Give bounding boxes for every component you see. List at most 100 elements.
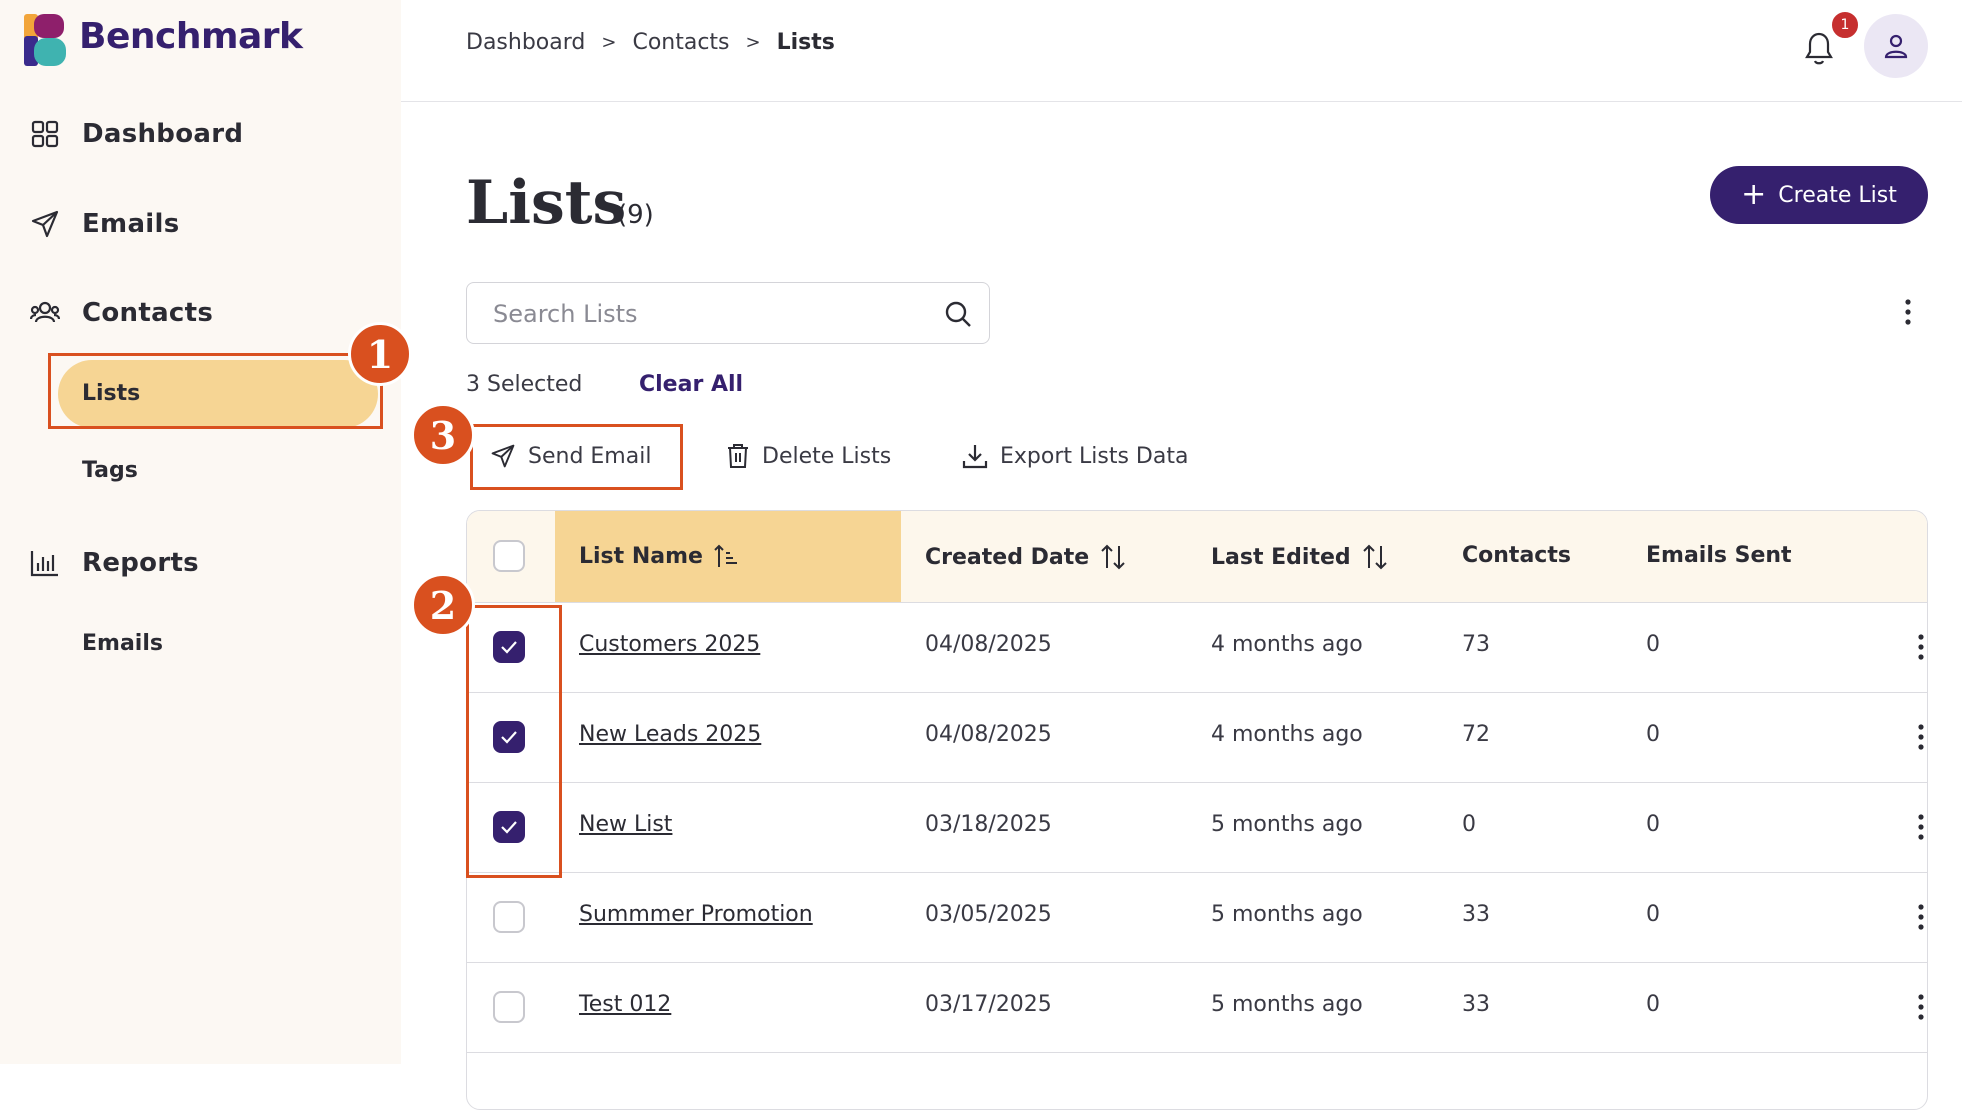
row-actions-button[interactable] — [1911, 630, 1927, 664]
sidebar-item-label: Contacts — [82, 298, 214, 328]
sidebar-item-contacts[interactable]: Contacts — [28, 293, 213, 333]
chevron-right-icon: > — [745, 32, 761, 53]
column-header-created-date[interactable]: Created Date — [925, 543, 1127, 571]
kebab-menu-icon — [1905, 299, 1911, 325]
grid-icon — [28, 117, 62, 151]
clear-all-link[interactable]: Clear All — [639, 372, 743, 397]
kebab-menu-icon — [1918, 634, 1924, 660]
annotation-box-3 — [470, 424, 683, 490]
sort-icon — [1362, 544, 1387, 570]
table-header: List Name Created Date Last Edited Conta… — [467, 511, 1927, 603]
trash-icon — [728, 444, 748, 468]
kebab-menu-icon — [1918, 904, 1924, 930]
last-edited: 4 months ago — [1211, 632, 1363, 657]
last-edited: 5 months ago — [1211, 812, 1363, 837]
list-name-link[interactable]: Customers 2025 — [579, 632, 760, 657]
row-actions-button[interactable] — [1911, 810, 1927, 844]
contacts-count: 73 — [1462, 632, 1490, 657]
delete-lists-button[interactable]: Delete Lists — [726, 440, 891, 472]
created-date: 03/17/2025 — [925, 992, 1052, 1017]
emails-sent-count: 0 — [1646, 992, 1660, 1017]
row-checkbox[interactable] — [493, 901, 525, 933]
column-header-list-name[interactable]: List Name — [579, 543, 739, 569]
kebab-menu-icon — [1918, 814, 1924, 840]
sidebar-subitem-tags[interactable]: Tags — [82, 458, 138, 483]
created-date: 03/18/2025 — [925, 812, 1052, 837]
table-row: Summmer Promotion 03/05/2025 5 months ag… — [467, 872, 1927, 963]
export-lists-data-label: Export Lists Data — [1000, 443, 1189, 469]
delete-lists-label: Delete Lists — [762, 443, 892, 469]
list-name-link[interactable]: Summmer Promotion — [579, 902, 813, 927]
column-header-last-edited[interactable]: Last Edited — [1211, 543, 1389, 571]
benchmark-logo-icon — [24, 14, 66, 66]
table-row: New Leads 2025 04/08/2025 4 months ago 7… — [467, 692, 1927, 783]
row-checkbox[interactable] — [493, 991, 525, 1023]
plus-icon: + — [1741, 177, 1767, 212]
sidebar-item-emails[interactable]: Emails — [28, 204, 180, 244]
list-name-link[interactable]: Test 012 — [579, 992, 671, 1017]
annotation-badge-2: 2 — [411, 573, 475, 637]
list-count: (9) — [617, 200, 654, 230]
contacts-count: 33 — [1462, 902, 1490, 927]
table-row: Customers 2025 04/08/2025 4 months ago 7… — [467, 602, 1927, 693]
download-icon — [962, 445, 988, 469]
sidebar-item-label: Emails — [82, 209, 180, 239]
sidebar-item-label: Reports — [82, 548, 199, 578]
contacts-count: 33 — [1462, 992, 1490, 1017]
select-all-checkbox[interactable] — [493, 540, 525, 572]
created-date: 03/05/2025 — [925, 902, 1052, 927]
emails-sent-count: 0 — [1646, 722, 1660, 747]
breadcrumb-dashboard[interactable]: Dashboard — [466, 30, 585, 55]
kebab-menu-icon — [1918, 724, 1924, 750]
sidebar-item-label: Dashboard — [82, 119, 244, 149]
emails-sent-count: 0 — [1646, 812, 1660, 837]
sort-ascending-icon — [714, 544, 737, 567]
created-date: 04/08/2025 — [925, 632, 1052, 657]
more-options-button[interactable] — [1894, 294, 1922, 330]
last-edited: 4 months ago — [1211, 722, 1363, 747]
list-name-link[interactable]: New List — [579, 812, 672, 837]
brand-name: Benchmark — [79, 16, 303, 57]
send-icon — [28, 207, 62, 241]
search-box — [466, 282, 990, 344]
table-row: Test 012 03/17/2025 5 months ago 33 0 — [467, 962, 1927, 1053]
create-list-label: Create List — [1778, 182, 1897, 208]
user-avatar-button[interactable] — [1864, 14, 1928, 78]
export-lists-data-button[interactable]: Export Lists Data — [962, 440, 1188, 472]
search-input[interactable] — [491, 295, 915, 333]
user-icon — [1884, 34, 1908, 59]
last-edited: 5 months ago — [1211, 992, 1363, 1017]
row-actions-button[interactable] — [1911, 990, 1927, 1024]
last-edited: 5 months ago — [1211, 902, 1363, 927]
row-actions-button[interactable] — [1911, 720, 1927, 754]
kebab-menu-icon — [1918, 994, 1924, 1020]
annotation-badge-3: 3 — [411, 403, 475, 467]
breadcrumb: Dashboard > Contacts > Lists — [466, 30, 835, 55]
annotation-box-1 — [48, 353, 383, 429]
contacts-count: 72 — [1462, 722, 1490, 747]
annotation-box-2 — [466, 605, 562, 878]
search-icon[interactable] — [943, 299, 973, 329]
row-actions-button[interactable] — [1911, 900, 1927, 934]
column-header-contacts: Contacts — [1462, 543, 1571, 568]
breadcrumb-contacts[interactable]: Contacts — [632, 30, 729, 55]
sidebar: Benchmark Dashboard Emails Contacts List… — [0, 0, 401, 1064]
contacts-count: 0 — [1462, 812, 1476, 837]
emails-sent-count: 0 — [1646, 632, 1660, 657]
sort-icon — [1101, 544, 1125, 570]
annotation-badge-1: 1 — [348, 322, 412, 386]
list-name-link[interactable]: New Leads 2025 — [579, 722, 761, 747]
emails-sent-count: 0 — [1646, 902, 1660, 927]
created-date: 04/08/2025 — [925, 722, 1052, 747]
selected-count: 3 Selected — [466, 372, 583, 397]
users-icon — [28, 296, 62, 330]
breadcrumb-current: Lists — [776, 30, 835, 55]
lists-table: List Name Created Date Last Edited Conta… — [466, 510, 1928, 1110]
sidebar-subitem-reports-emails[interactable]: Emails — [82, 631, 163, 656]
sidebar-item-reports[interactable]: Reports — [28, 543, 199, 583]
chevron-right-icon: > — [601, 32, 617, 53]
bar-chart-icon — [28, 546, 62, 580]
sidebar-item-dashboard[interactable]: Dashboard — [28, 114, 243, 154]
page-title: Lists — [466, 168, 627, 238]
create-list-button[interactable]: + Create List — [1710, 166, 1928, 224]
